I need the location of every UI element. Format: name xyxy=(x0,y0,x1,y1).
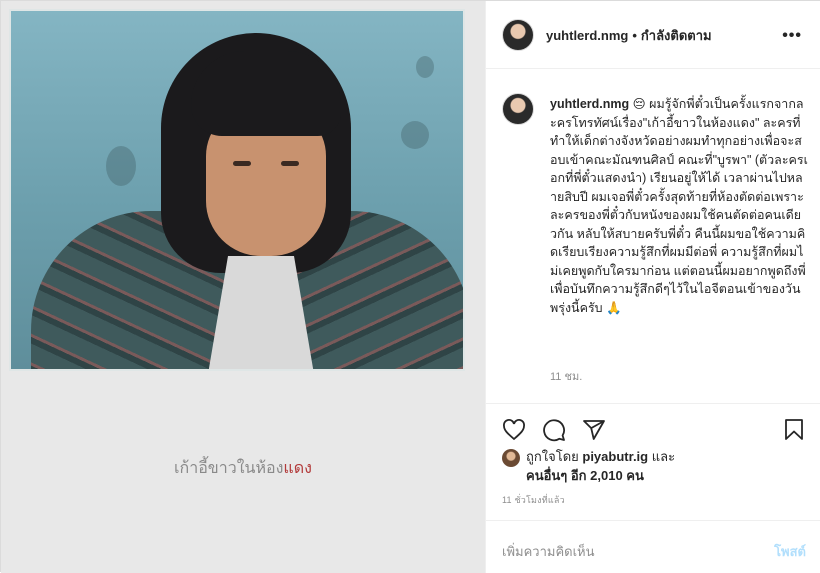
comment-time: 11 ชม. xyxy=(550,371,583,383)
eye-left xyxy=(233,161,251,166)
caption-prefix: เก้าอี้ขาวในห้อง xyxy=(174,460,284,477)
post-side-panel: yuhtlerd.nmg • กำลังติดตาม ••• yuhtlerd.nm… xyxy=(485,1,820,573)
post-comment-button[interactable]: โพสต์ xyxy=(774,541,806,562)
more-options-icon[interactable]: ••• xyxy=(782,27,802,45)
wall-stain xyxy=(401,121,429,149)
comment-avatar[interactable] xyxy=(502,93,534,125)
wall-stain xyxy=(416,56,434,78)
bookmark-icon[interactable] xyxy=(782,418,806,442)
caption-username[interactable]: yuhtlerd.nmg xyxy=(550,97,629,111)
caption-text: yuhtlerd.nmg 😔 ผมรู้จักพี่ตั๋วเป็นครั้งแ… xyxy=(550,95,808,317)
caption-body: 😔 ผมรู้จักพี่ตั๋วเป็นครั้งแรกจากละครโทรท… xyxy=(550,97,808,315)
following-button[interactable]: กำลังติดตาม xyxy=(641,28,712,43)
wall-stain xyxy=(106,146,136,186)
paper-plane-icon[interactable] xyxy=(582,418,606,442)
author-username[interactable]: yuhtlerd.nmg xyxy=(546,28,628,43)
fringe xyxy=(191,51,341,136)
comment-input[interactable]: เพิ่มความคิดเห็น xyxy=(502,541,595,562)
separator-dot: • xyxy=(632,28,637,43)
post-photo[interactable] xyxy=(9,9,465,371)
liker-username[interactable]: piyabutr.ig xyxy=(582,449,648,464)
comment-icon[interactable] xyxy=(542,418,566,442)
post-media: เก้าอี้ขาวในห้องแดง xyxy=(1,1,485,573)
eye-right xyxy=(281,161,299,166)
likes-conj: และ xyxy=(651,449,676,464)
post-timestamp[interactable]: 11 ชั่วโมงที่แล้ว xyxy=(502,493,565,507)
post-dialog: เก้าอี้ขาวในห้องแดง yuhtlerd.nmg • กำลังติ… xyxy=(0,0,820,573)
likes-prefix: ถูกใจโดย xyxy=(526,449,579,464)
liker-avatar[interactable] xyxy=(502,449,520,467)
post-header: yuhtlerd.nmg • กำลังติดตาม ••• xyxy=(486,1,820,69)
author-avatar[interactable] xyxy=(502,19,534,51)
caption-highlight: แดง xyxy=(283,460,312,477)
media-caption: เก้าอี้ขาวในห้องแดง xyxy=(1,456,485,481)
heart-icon[interactable] xyxy=(502,418,526,442)
likes-text: ถูกใจโดย piyabutr.ig และ คนอื่นๆ อีก 2,0… xyxy=(526,447,806,485)
add-comment-bar: เพิ่มความคิดเห็น โพสต์ xyxy=(486,520,820,573)
likes-others[interactable]: คนอื่นๆ อีก 2,010 คน xyxy=(526,468,644,483)
header-author: yuhtlerd.nmg • กำลังติดตาม xyxy=(546,25,712,46)
